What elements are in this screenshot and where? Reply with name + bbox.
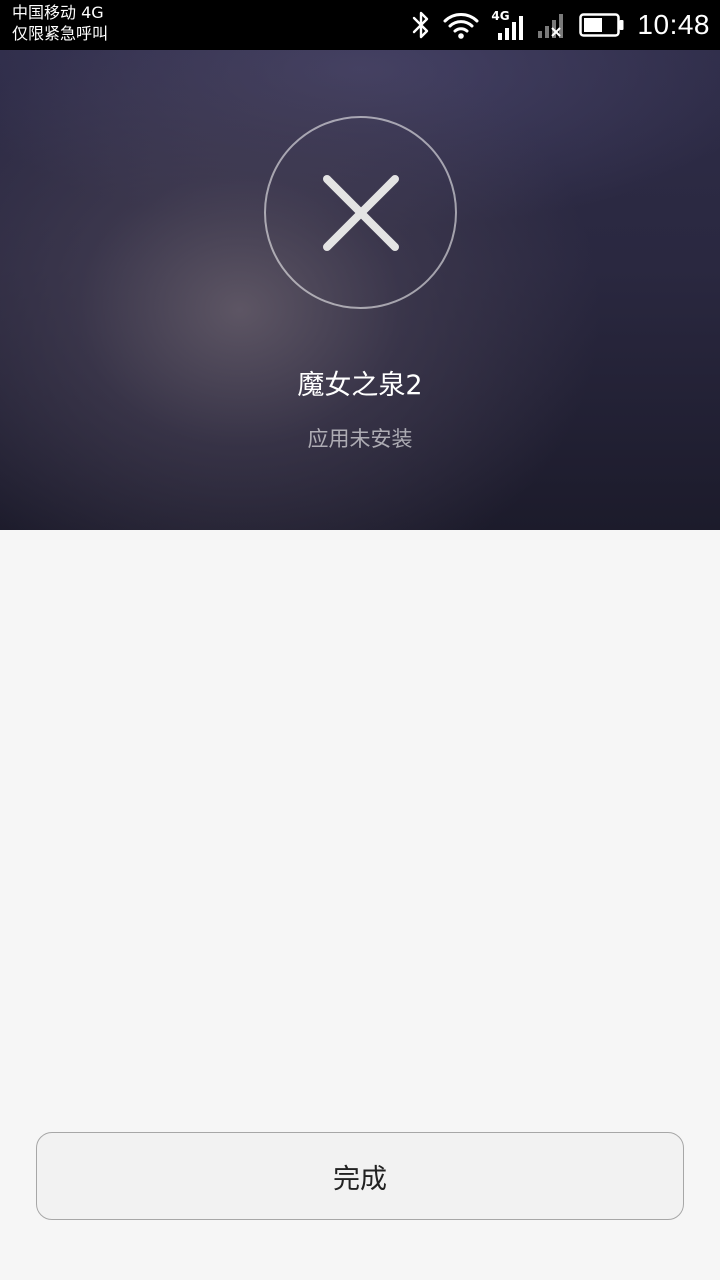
status-icons: 4G 10:48	[411, 0, 710, 50]
carrier-info: 中国移动 4G 仅限紧急呼叫	[12, 2, 212, 44]
no-sim-signal-icon	[537, 11, 567, 39]
close-icon	[323, 175, 399, 251]
cell-signal-icon: 4G	[491, 10, 525, 40]
status-bar: 中国移动 4G 仅限紧急呼叫 4G 10:48	[0, 0, 720, 50]
done-button[interactable]: 完成	[36, 1132, 684, 1220]
failure-badge	[264, 116, 457, 309]
emergency-calls-only: 仅限紧急呼叫	[12, 24, 109, 43]
result-header: 魔女之泉2 应用未安装	[0, 50, 720, 530]
app-name: 魔女之泉2	[297, 370, 423, 401]
install-status-text: 应用未安装	[307, 427, 413, 451]
done-button-label: 完成	[333, 1163, 387, 1195]
install-result-screen: 中国移动 4G 仅限紧急呼叫 4G 10:48 魔女之泉2 应用未安装 完成	[0, 0, 720, 1280]
battery-icon	[579, 12, 625, 38]
bluetooth-icon	[411, 11, 431, 39]
carrier-name: 中国移动 4G	[12, 3, 104, 22]
clock: 10:48	[637, 9, 710, 40]
wifi-icon	[443, 11, 479, 39]
